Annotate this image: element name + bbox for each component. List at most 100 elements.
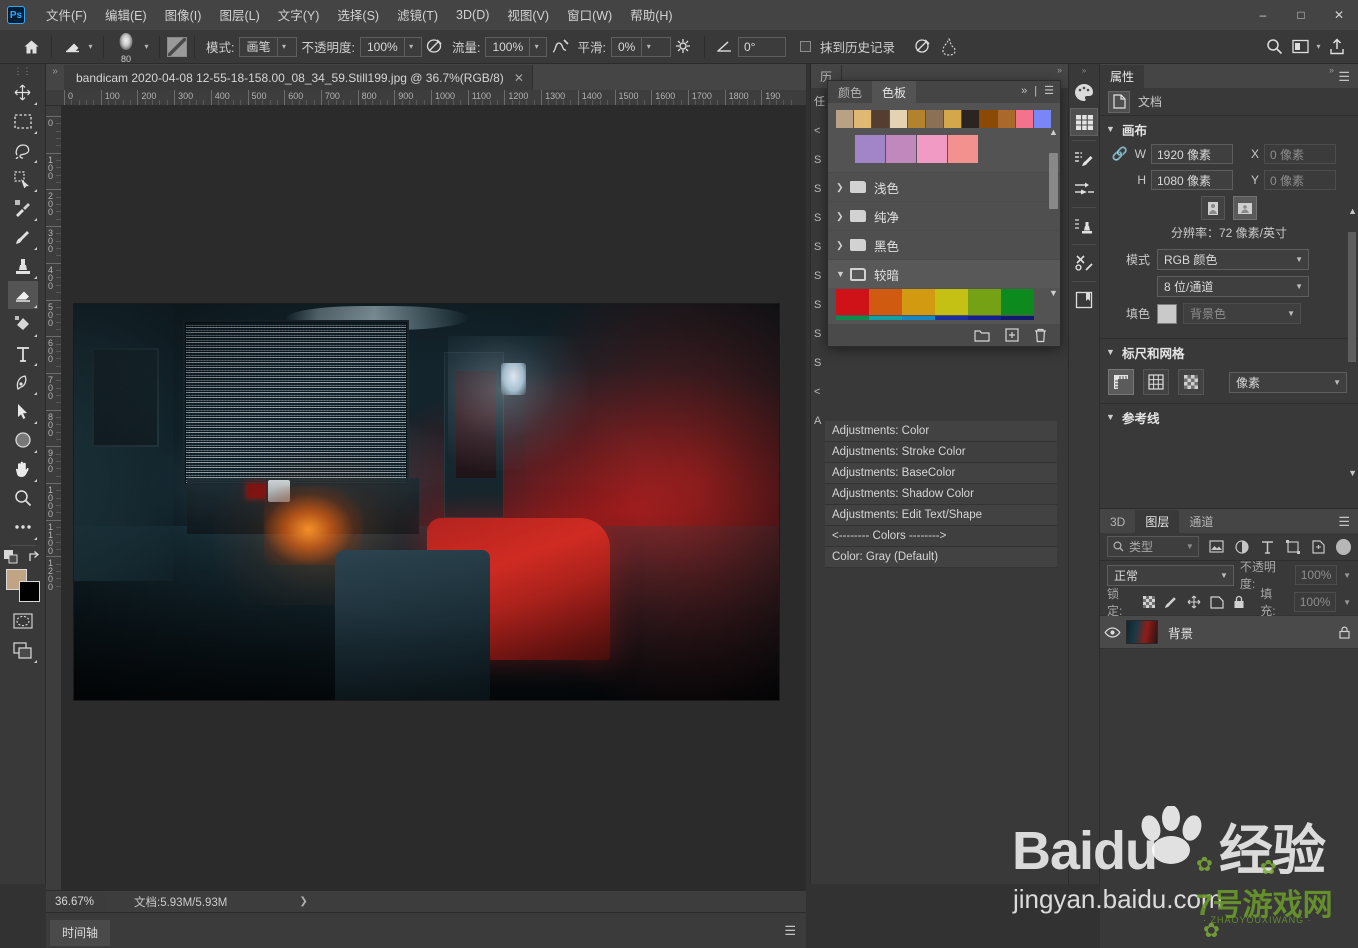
- layer-filter-select[interactable]: 类型 ▼: [1107, 536, 1199, 557]
- color-mode-select[interactable]: RGB 颜色 ▼: [1157, 249, 1309, 270]
- color-swatch[interactable]: [948, 135, 978, 163]
- erase-to-history-checkbox[interactable]: 抹到历史记录: [799, 37, 900, 56]
- menu-image[interactable]: 图像(I): [156, 1, 211, 29]
- action-hidden-row[interactable]: <: [811, 117, 825, 146]
- new-swatch-icon[interactable]: [1005, 328, 1019, 342]
- background-color-swatch[interactable]: [18, 581, 40, 602]
- tab-layers[interactable]: 图层: [1135, 510, 1180, 533]
- search-icon[interactable]: [1261, 35, 1287, 59]
- filter-smart-object-icon[interactable]: [1311, 538, 1327, 555]
- color-swatch[interactable]: [1001, 316, 1034, 320]
- color-swatch[interactable]: [836, 110, 853, 128]
- grid-icon[interactable]: [1143, 369, 1169, 395]
- libraries-icon[interactable]: [1070, 286, 1098, 314]
- color-swatch[interactable]: [855, 135, 885, 163]
- menu-edit[interactable]: 编辑(E): [96, 1, 156, 29]
- action-hidden-row[interactable]: S: [811, 291, 825, 320]
- filter-shape-icon[interactable]: [1285, 538, 1301, 555]
- filter-image-icon[interactable]: [1209, 538, 1225, 555]
- eye-icon[interactable]: [1104, 626, 1126, 638]
- color-swatch[interactable]: [902, 289, 935, 315]
- color-swatch[interactable]: [854, 110, 871, 128]
- delete-swatch-icon[interactable]: [1034, 328, 1047, 343]
- color-palette-icon[interactable]: [1070, 78, 1098, 106]
- color-swatch[interactable]: [886, 135, 916, 163]
- lock-artboard-icon[interactable]: [1209, 594, 1225, 610]
- lock-pixels-icon[interactable]: [1164, 594, 1180, 610]
- menu-filter[interactable]: 滤镜(T): [388, 1, 447, 29]
- color-swatch[interactable]: [1001, 289, 1034, 315]
- gear-icon[interactable]: [671, 35, 697, 59]
- color-swatch[interactable]: [968, 289, 1001, 315]
- swap-colors-icon[interactable]: [28, 550, 42, 564]
- move-tool[interactable]: [8, 78, 38, 106]
- chevron-down-icon[interactable]: ▼: [1348, 468, 1357, 478]
- pen-tool[interactable]: [8, 368, 38, 396]
- swatch-group-浅色[interactable]: ❯ 浅色: [828, 172, 1060, 201]
- pressure-size-icon[interactable]: [936, 35, 962, 59]
- action-hidden-row[interactable]: S: [811, 320, 825, 349]
- path-selection-tool[interactable]: [8, 397, 38, 425]
- action-list-item[interactable]: <-------- Colors -------->: [825, 526, 1057, 547]
- quick-mask-icon[interactable]: [8, 607, 38, 635]
- action-hidden-row[interactable]: 任: [811, 88, 825, 117]
- color-swatch[interactable]: [1034, 110, 1051, 128]
- menu-type[interactable]: 文字(Y): [269, 1, 329, 29]
- chevron-up-icon[interactable]: ▲: [1348, 206, 1357, 216]
- close-button[interactable]: ✕: [1320, 0, 1358, 30]
- dock-collapse-icon[interactable]: »: [1057, 65, 1062, 75]
- color-swatch[interactable]: [869, 316, 902, 320]
- new-group-icon[interactable]: [974, 329, 990, 342]
- quick-selection-tool[interactable]: [8, 165, 38, 193]
- brush-preset-thumbnail[interactable]: 80: [111, 32, 141, 64]
- brush-presets-icon[interactable]: [1070, 145, 1098, 173]
- pressure-opacity-icon[interactable]: [910, 35, 936, 59]
- brush-settings-icon[interactable]: [1070, 175, 1098, 203]
- chevron-up-icon[interactable]: ▲: [1048, 127, 1059, 137]
- color-swatch[interactable]: [962, 110, 979, 128]
- color-swatch[interactable]: [890, 110, 907, 128]
- panel-menu-icon[interactable]: ☰: [1044, 84, 1054, 97]
- lock-position-icon[interactable]: [1186, 594, 1202, 610]
- minimize-button[interactable]: –: [1244, 0, 1282, 30]
- chevron-down-icon[interactable]: ▼: [1343, 598, 1351, 607]
- zoom-level-field[interactable]: 36.67%: [50, 892, 106, 911]
- eraser-tool[interactable]: [7, 281, 38, 309]
- share-icon[interactable]: [1324, 35, 1350, 59]
- action-hidden-row[interactable]: A: [811, 407, 825, 436]
- color-swatch[interactable]: [869, 289, 902, 315]
- lock-all-icon[interactable]: [1232, 594, 1248, 610]
- action-hidden-row[interactable]: S: [811, 204, 825, 233]
- color-swatch[interactable]: [980, 110, 997, 128]
- fill-color-select[interactable]: 背景色 ▼: [1183, 303, 1301, 324]
- menu-select[interactable]: 选择(S): [328, 1, 388, 29]
- action-list-item[interactable]: Adjustments: Edit Text/Shape: [825, 505, 1057, 526]
- action-hidden-row[interactable]: S: [811, 146, 825, 175]
- chevron-down-icon[interactable]: ▾: [141, 42, 152, 51]
- tab-3d[interactable]: 3D: [1100, 510, 1135, 533]
- color-swatch[interactable]: [917, 135, 947, 163]
- vertical-ruler[interactable]: 0 100 200 300 400 500 600 700 800 900 1000 1100 1200: [46, 106, 62, 890]
- smoothing-icon[interactable]: [547, 35, 573, 59]
- color-swatch[interactable]: [944, 110, 961, 128]
- guides-section-header[interactable]: ▼ 参考线: [1100, 404, 1358, 430]
- document-canvas[interactable]: [74, 304, 779, 700]
- color-swatch[interactable]: [836, 289, 869, 315]
- toolbox-grip[interactable]: ⋮⋮: [0, 64, 45, 78]
- default-colors-icon[interactable]: [3, 550, 18, 564]
- menu-3d[interactable]: 3D(D): [447, 4, 498, 27]
- eraser-icon[interactable]: [59, 35, 85, 59]
- maximize-button[interactable]: □: [1282, 0, 1320, 30]
- tab-color[interactable]: 颜色: [828, 81, 872, 103]
- menu-window[interactable]: 窗口(W): [558, 1, 621, 29]
- swatches-scrollbar[interactable]: [1049, 153, 1058, 209]
- eyedropper-tool[interactable]: [8, 194, 38, 222]
- color-swatch[interactable]: [836, 316, 869, 320]
- action-list-item[interactable]: Adjustments: Shadow Color: [825, 484, 1057, 505]
- tabstrip-grip[interactable]: »: [46, 64, 64, 90]
- color-swatch[interactable]: [926, 110, 943, 128]
- airbrush-icon[interactable]: [422, 35, 448, 59]
- action-list-item[interactable]: Adjustments: BaseColor: [825, 463, 1057, 484]
- panel-menu-icon[interactable]: ☰: [1338, 514, 1350, 530]
- y-input[interactable]: 0 像素: [1264, 170, 1336, 190]
